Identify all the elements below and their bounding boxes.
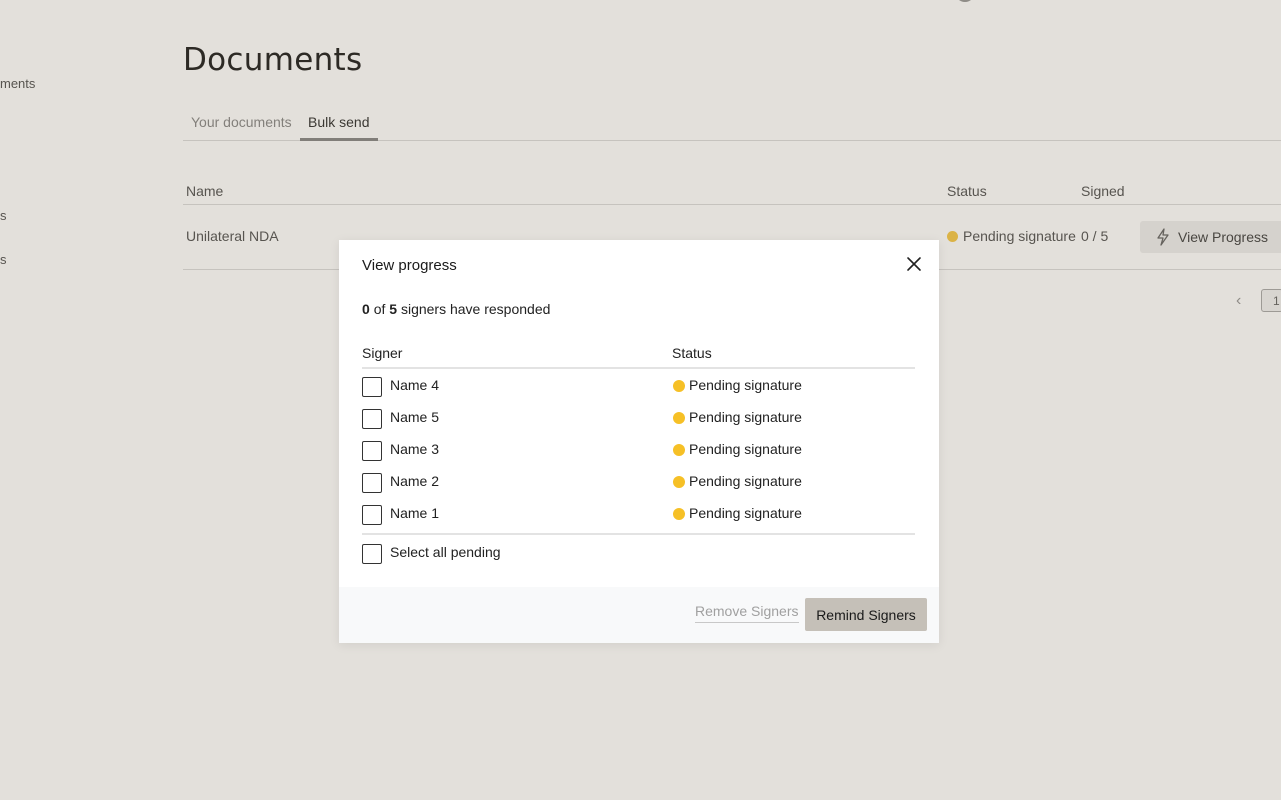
response-summary: 0 of 5 signers have responded bbox=[362, 301, 551, 317]
signer-checkbox[interactable] bbox=[362, 505, 382, 525]
status-dot-icon bbox=[673, 380, 685, 392]
signer-row: Name 1 Pending signature bbox=[362, 504, 915, 536]
remind-signers-button[interactable]: Remind Signers bbox=[805, 598, 927, 631]
dialog-footer: Remove Signers Remind Signers bbox=[339, 587, 939, 643]
signer-name: Name 4 bbox=[390, 377, 440, 393]
signer-list-header: Signer Status bbox=[362, 344, 915, 369]
status-dot-icon bbox=[673, 508, 685, 520]
select-all-checkbox[interactable] bbox=[362, 544, 382, 564]
signer-row: Name 4 Pending signature bbox=[362, 376, 915, 408]
status-dot-icon bbox=[673, 412, 685, 424]
view-progress-dialog: View progress 0 of 5 signers have respon… bbox=[339, 240, 939, 643]
status-dot-icon bbox=[673, 444, 685, 456]
remove-signers-button[interactable]: Remove Signers bbox=[695, 603, 799, 623]
signer-name: Name 2 bbox=[390, 473, 440, 489]
signer-name: Name 3 bbox=[390, 441, 440, 457]
close-icon[interactable] bbox=[905, 255, 923, 273]
signer-status: Pending signature bbox=[673, 441, 802, 457]
column-header-status: Status bbox=[672, 345, 712, 361]
signer-row: Name 5 Pending signature bbox=[362, 408, 915, 440]
signer-status: Pending signature bbox=[673, 473, 802, 489]
column-header-signer: Signer bbox=[362, 345, 403, 361]
divider bbox=[362, 533, 915, 535]
status-dot-icon bbox=[673, 476, 685, 488]
select-all-label[interactable]: Select all pending bbox=[390, 544, 501, 560]
signer-status: Pending signature bbox=[673, 409, 802, 425]
signer-checkbox[interactable] bbox=[362, 441, 382, 461]
signer-checkbox[interactable] bbox=[362, 473, 382, 493]
dialog-title: View progress bbox=[362, 257, 457, 274]
signer-status: Pending signature bbox=[673, 505, 802, 521]
signer-row: Name 2 Pending signature bbox=[362, 472, 915, 504]
signer-name: Name 1 bbox=[390, 505, 440, 521]
select-all-row: Select all pending bbox=[362, 543, 915, 575]
signer-name: Name 5 bbox=[390, 409, 440, 425]
signer-checkbox[interactable] bbox=[362, 409, 382, 429]
signer-status: Pending signature bbox=[673, 377, 802, 393]
signer-row: Name 3 Pending signature bbox=[362, 440, 915, 472]
signer-checkbox[interactable] bbox=[362, 377, 382, 397]
